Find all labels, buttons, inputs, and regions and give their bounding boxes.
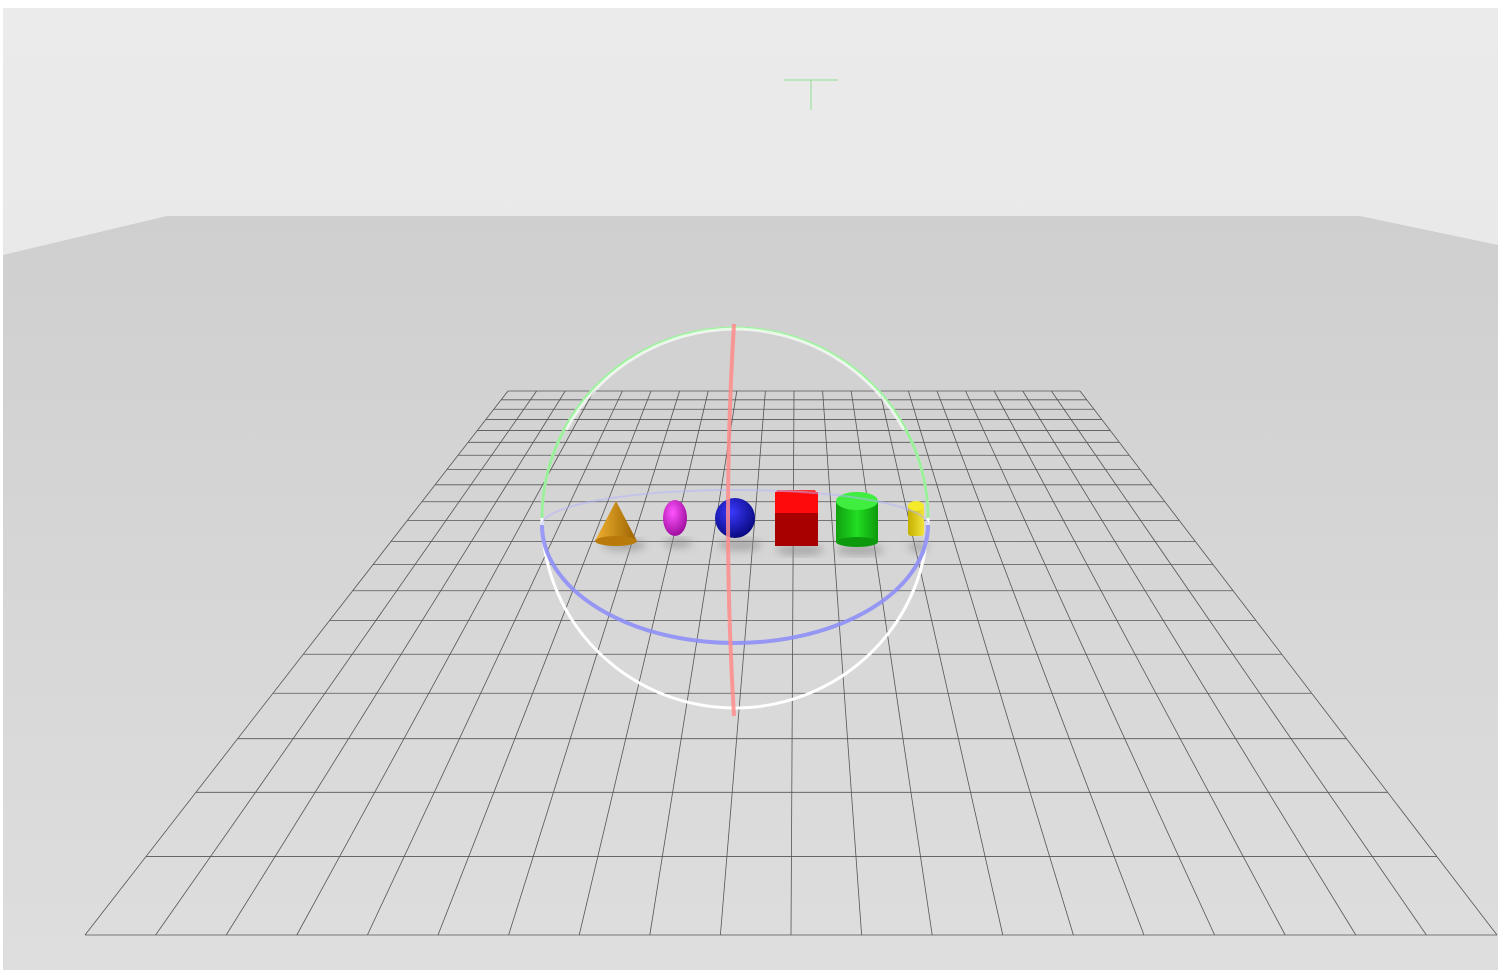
scene-canvas[interactable] [0,0,1501,979]
ellipsoid-object[interactable] [663,500,687,536]
capsule-object[interactable] [908,501,924,536]
sphere-object[interactable] [715,498,755,538]
cube-object[interactable] [775,490,818,546]
3d-viewport[interactable] [0,0,1501,979]
